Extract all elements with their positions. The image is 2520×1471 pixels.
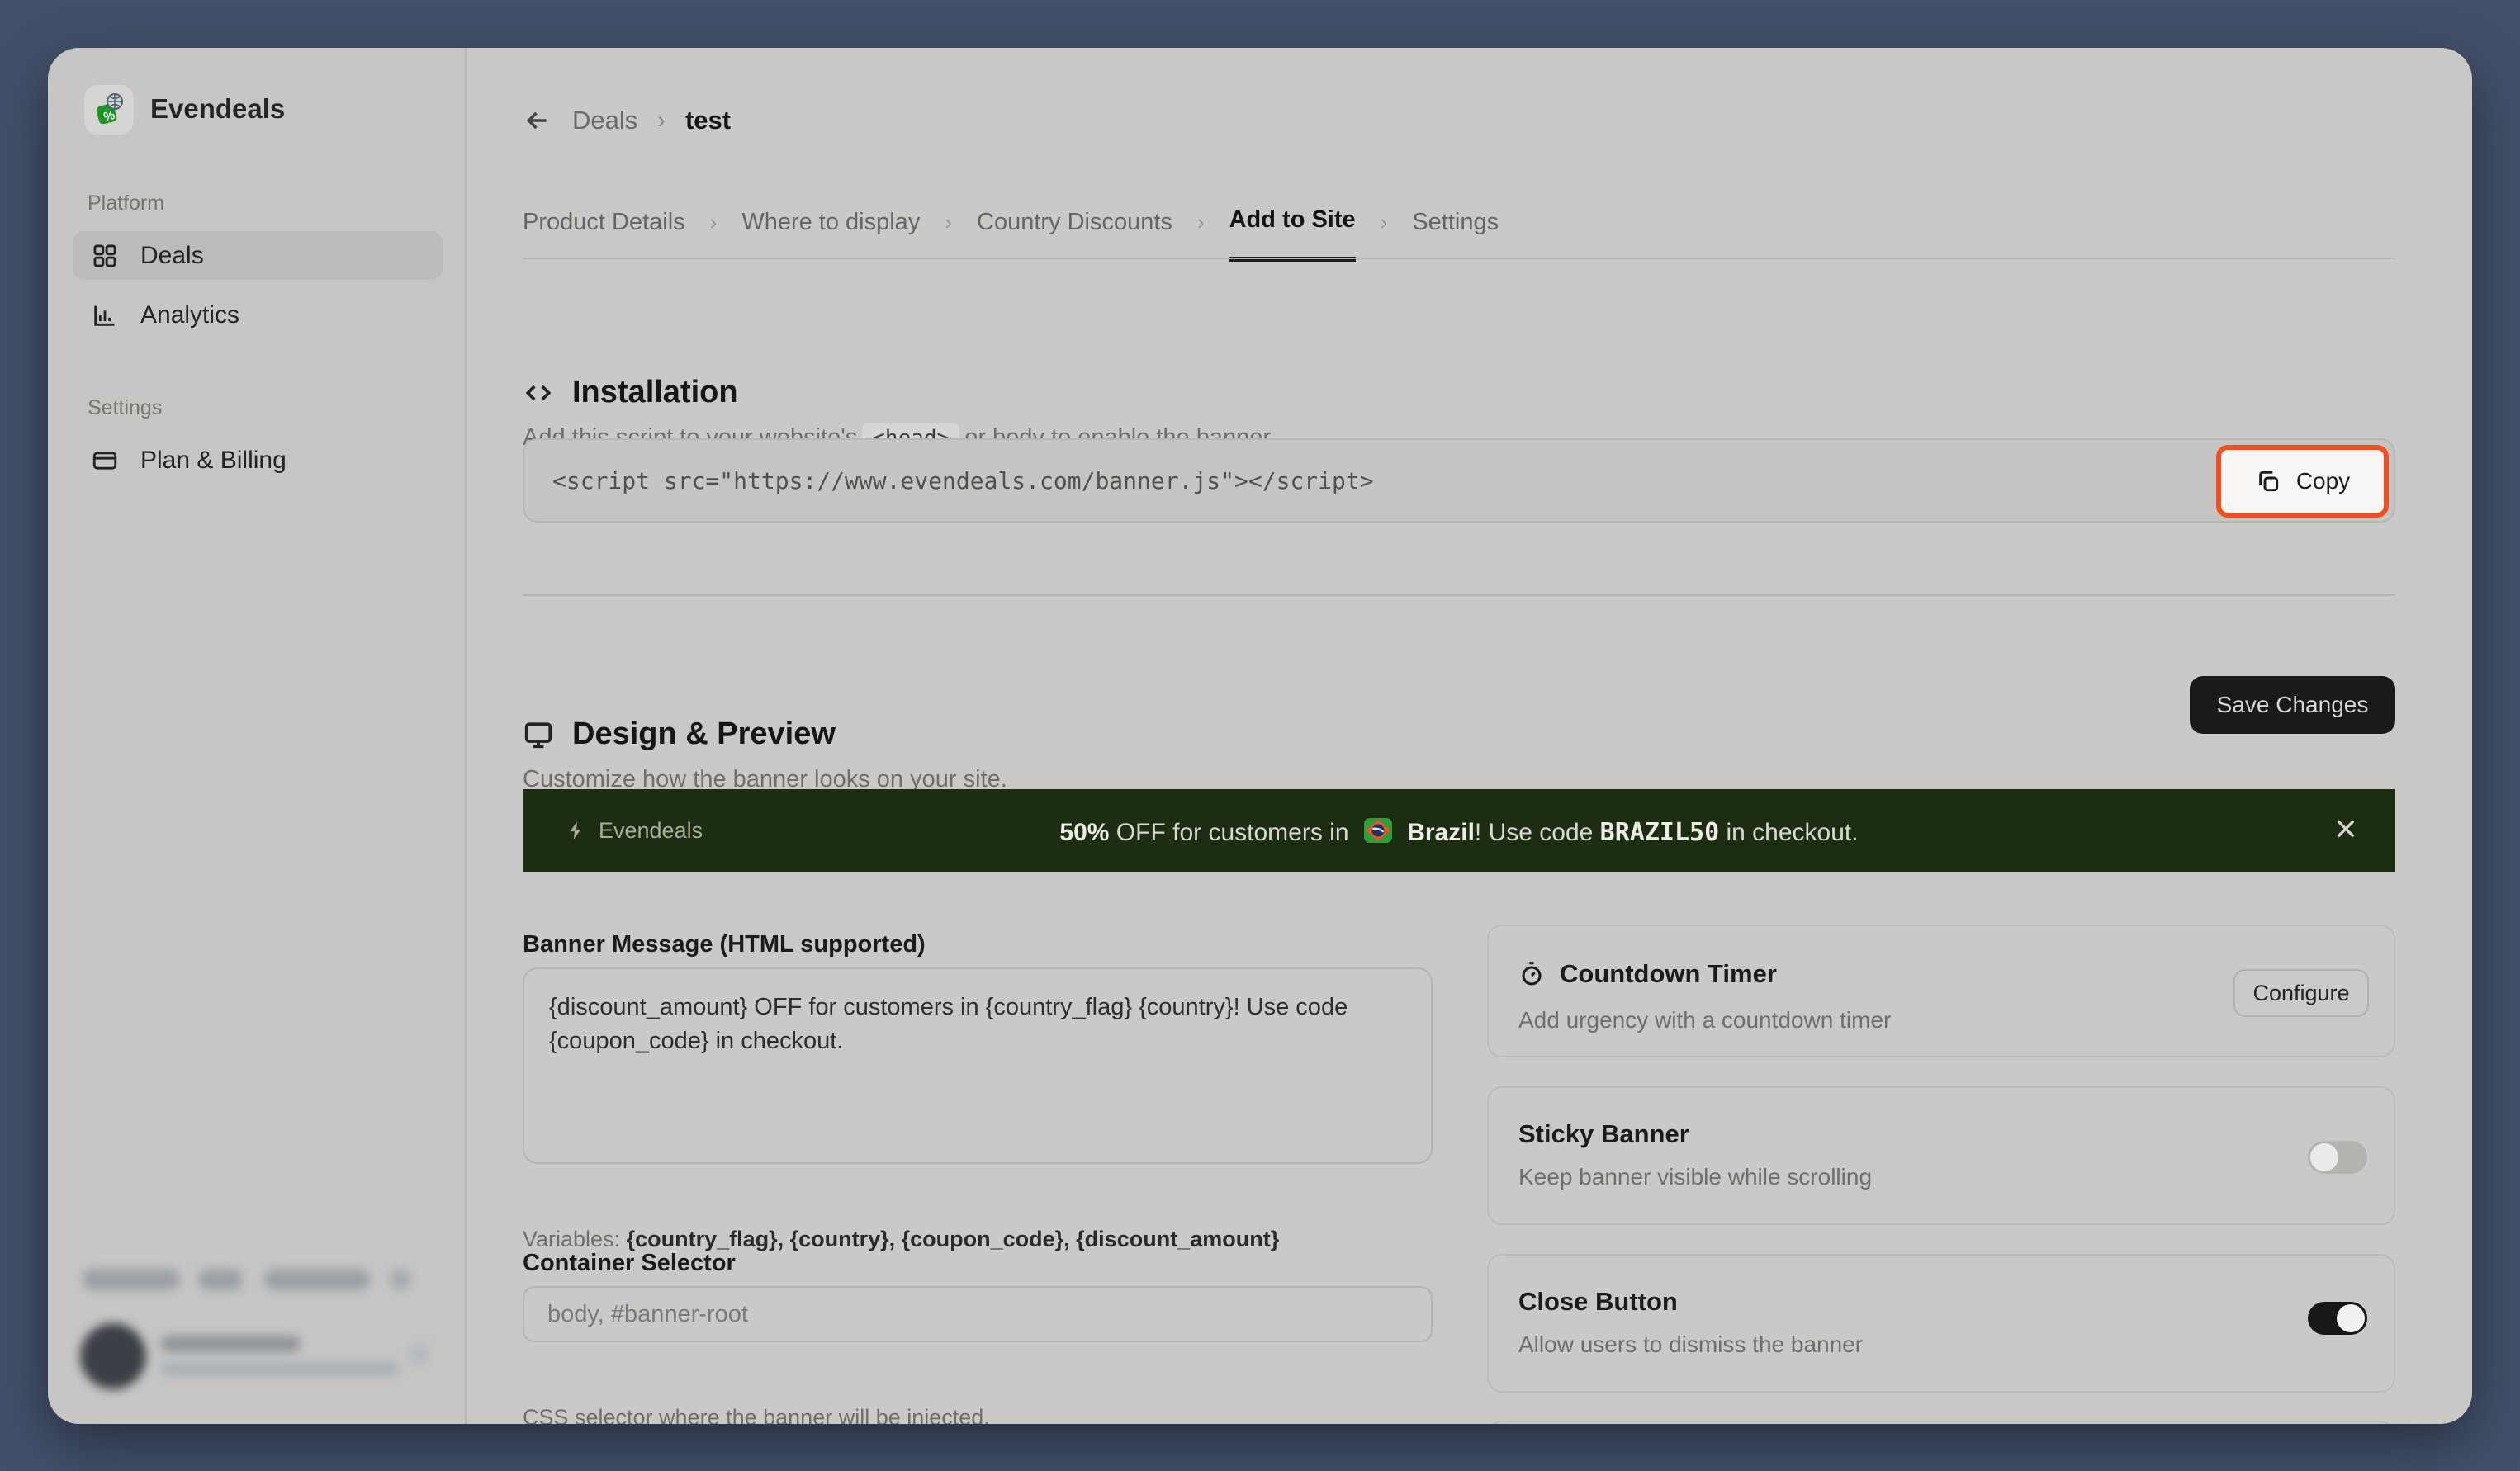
- close-button-title-text: Close Button: [1518, 1287, 1678, 1317]
- redacted-dot: [390, 1269, 411, 1290]
- sticky-banner-toggle[interactable]: [2308, 1141, 2367, 1174]
- container-selector-hint: CSS selector where the banner will be in…: [523, 1405, 990, 1424]
- timer-icon: [1518, 961, 1545, 987]
- bar-chart-icon: [91, 301, 119, 329]
- banner-text: in checkout.: [1719, 819, 1858, 846]
- design-title: Design & Preview: [572, 717, 836, 752]
- tab-separator: ›: [945, 210, 952, 258]
- close-button-subtitle: Allow users to dismiss the banner: [1518, 1331, 1863, 1358]
- app-window: % Evendeals Platform Deals Analytics Set…: [48, 48, 2472, 1424]
- tab-separator: ›: [1381, 210, 1388, 258]
- copy-icon: [2255, 468, 2281, 494]
- monitor-icon: [523, 719, 554, 750]
- sidebar-section-settings: Settings: [88, 396, 162, 420]
- installation-title: Installation: [572, 375, 738, 410]
- tab-where-to-display[interactable]: Where to display: [741, 209, 920, 259]
- x-icon: [2333, 816, 2359, 842]
- banner-preview: Evendeals 50% OFF for customers in Brazi…: [523, 789, 2395, 872]
- banner-close-button[interactable]: [2333, 816, 2359, 846]
- variables-list: {country_flag}, {country}, {coupon_code}…: [627, 1227, 1280, 1251]
- banner-country: Brazil: [1407, 819, 1475, 846]
- banner-message-label: Banner Message (HTML supported): [523, 931, 926, 958]
- sidebar-item-label: Analytics: [140, 301, 239, 329]
- sidebar-item-label: Plan & Billing: [140, 447, 287, 475]
- countdown-timer-subtitle: Add urgency with a countdown timer: [1518, 1007, 1891, 1033]
- install-script-code: <script src="https://www.evendeals.com/b…: [524, 467, 1374, 494]
- evendeals-logo-icon: %: [91, 92, 127, 128]
- next-card-partial: [1487, 1421, 2395, 1424]
- sidebar-item-analytics[interactable]: Analytics: [73, 291, 443, 339]
- main-content: Deals › test Product Details › Where to …: [467, 48, 2472, 1424]
- grid-icon: [91, 242, 119, 270]
- brazil-flag-icon: [1362, 815, 1394, 846]
- tabs-divider: [523, 258, 2395, 259]
- sticky-banner-title: Sticky Banner: [1518, 1119, 1689, 1149]
- sticky-banner-subtitle: Keep banner visible while scrolling: [1518, 1164, 1872, 1190]
- breadcrumb-current: test: [685, 106, 731, 135]
- variables-label: Variables:: [523, 1227, 620, 1251]
- sticky-banner-card: Sticky Banner Keep banner visible while …: [1487, 1086, 2395, 1225]
- save-changes-button[interactable]: Save Changes: [2190, 676, 2395, 734]
- banner-brand: Evendeals: [566, 818, 703, 844]
- tab-settings[interactable]: Settings: [1412, 209, 1499, 259]
- redacted-link: [83, 1269, 180, 1290]
- tab-add-to-site[interactable]: Add to Site: [1229, 206, 1356, 262]
- banner-message-preview: 50% OFF for customers in Brazil! Use cod…: [523, 815, 2395, 847]
- container-selector-input[interactable]: [523, 1286, 1433, 1342]
- sidebar-section-platform: Platform: [88, 192, 164, 215]
- step-tabs: Product Details › Where to display › Cou…: [523, 206, 1499, 262]
- sidebar-item-plan-billing[interactable]: Plan & Billing: [73, 436, 443, 485]
- countdown-timer-card: Countdown Timer Add urgency with a count…: [1487, 925, 2395, 1057]
- sticky-banner-title-text: Sticky Banner: [1518, 1119, 1689, 1149]
- install-script-box: <script src="https://www.evendeals.com/b…: [523, 438, 2395, 523]
- tab-separator: ›: [1197, 210, 1205, 258]
- avatar: [80, 1323, 146, 1389]
- banner-brand-label: Evendeals: [599, 818, 703, 844]
- redacted-username: [160, 1336, 301, 1352]
- close-button-title: Close Button: [1518, 1287, 1678, 1317]
- lightning-bolt-icon: [566, 820, 587, 841]
- copy-button[interactable]: Copy: [2216, 445, 2389, 518]
- tab-country-discounts[interactable]: Country Discounts: [977, 209, 1172, 259]
- container-selector-label: Container Selector: [523, 1250, 736, 1277]
- countdown-timer-title-row: Countdown Timer: [1518, 959, 1777, 989]
- toggle-knob: [2337, 1304, 2365, 1332]
- redacted-chevron-icon: [408, 1344, 429, 1365]
- credit-card-icon: [91, 447, 119, 475]
- sidebar-item-label: Deals: [140, 242, 204, 270]
- sidebar-item-deals[interactable]: Deals: [73, 231, 443, 280]
- tab-separator: ›: [710, 210, 718, 258]
- breadcrumb-parent[interactable]: Deals: [572, 106, 637, 135]
- breadcrumb-separator: ›: [657, 107, 666, 135]
- banner-discount: 50%: [1059, 819, 1109, 846]
- banner-text: OFF for customers in: [1109, 819, 1348, 846]
- close-button-toggle[interactable]: [2308, 1302, 2367, 1335]
- countdown-timer-title: Countdown Timer: [1560, 959, 1777, 989]
- brand-name: Evendeals: [150, 93, 285, 125]
- arrow-left-icon[interactable]: [523, 106, 552, 135]
- installation-heading: Installation: [523, 375, 738, 410]
- section-divider: [523, 594, 2395, 596]
- sidebar: % Evendeals Platform Deals Analytics Set…: [48, 48, 467, 1424]
- brand-logo: %: [84, 85, 134, 135]
- configure-button[interactable]: Configure: [2233, 969, 2369, 1017]
- variables-hint: Variables: {country_flag}, {country}, {c…: [523, 1227, 1279, 1252]
- breadcrumb: Deals › test: [523, 106, 731, 135]
- redacted-user-meta: [160, 1362, 400, 1376]
- copy-button-label: Copy: [2296, 468, 2350, 494]
- banner-message-textarea[interactable]: {discount_amount} OFF for customers in {…: [523, 967, 1433, 1164]
- banner-coupon-code: BRAZIL50: [1600, 818, 1720, 847]
- redacted-link: [198, 1269, 243, 1290]
- code-icon: [523, 377, 554, 409]
- banner-text: ! Use code: [1475, 819, 1600, 846]
- redacted-link: [264, 1269, 370, 1290]
- toggle-knob: [2310, 1143, 2338, 1171]
- close-button-card: Close Button Allow users to dismiss the …: [1487, 1254, 2395, 1393]
- tab-product-details[interactable]: Product Details: [523, 209, 685, 259]
- design-heading: Design & Preview: [523, 717, 836, 752]
